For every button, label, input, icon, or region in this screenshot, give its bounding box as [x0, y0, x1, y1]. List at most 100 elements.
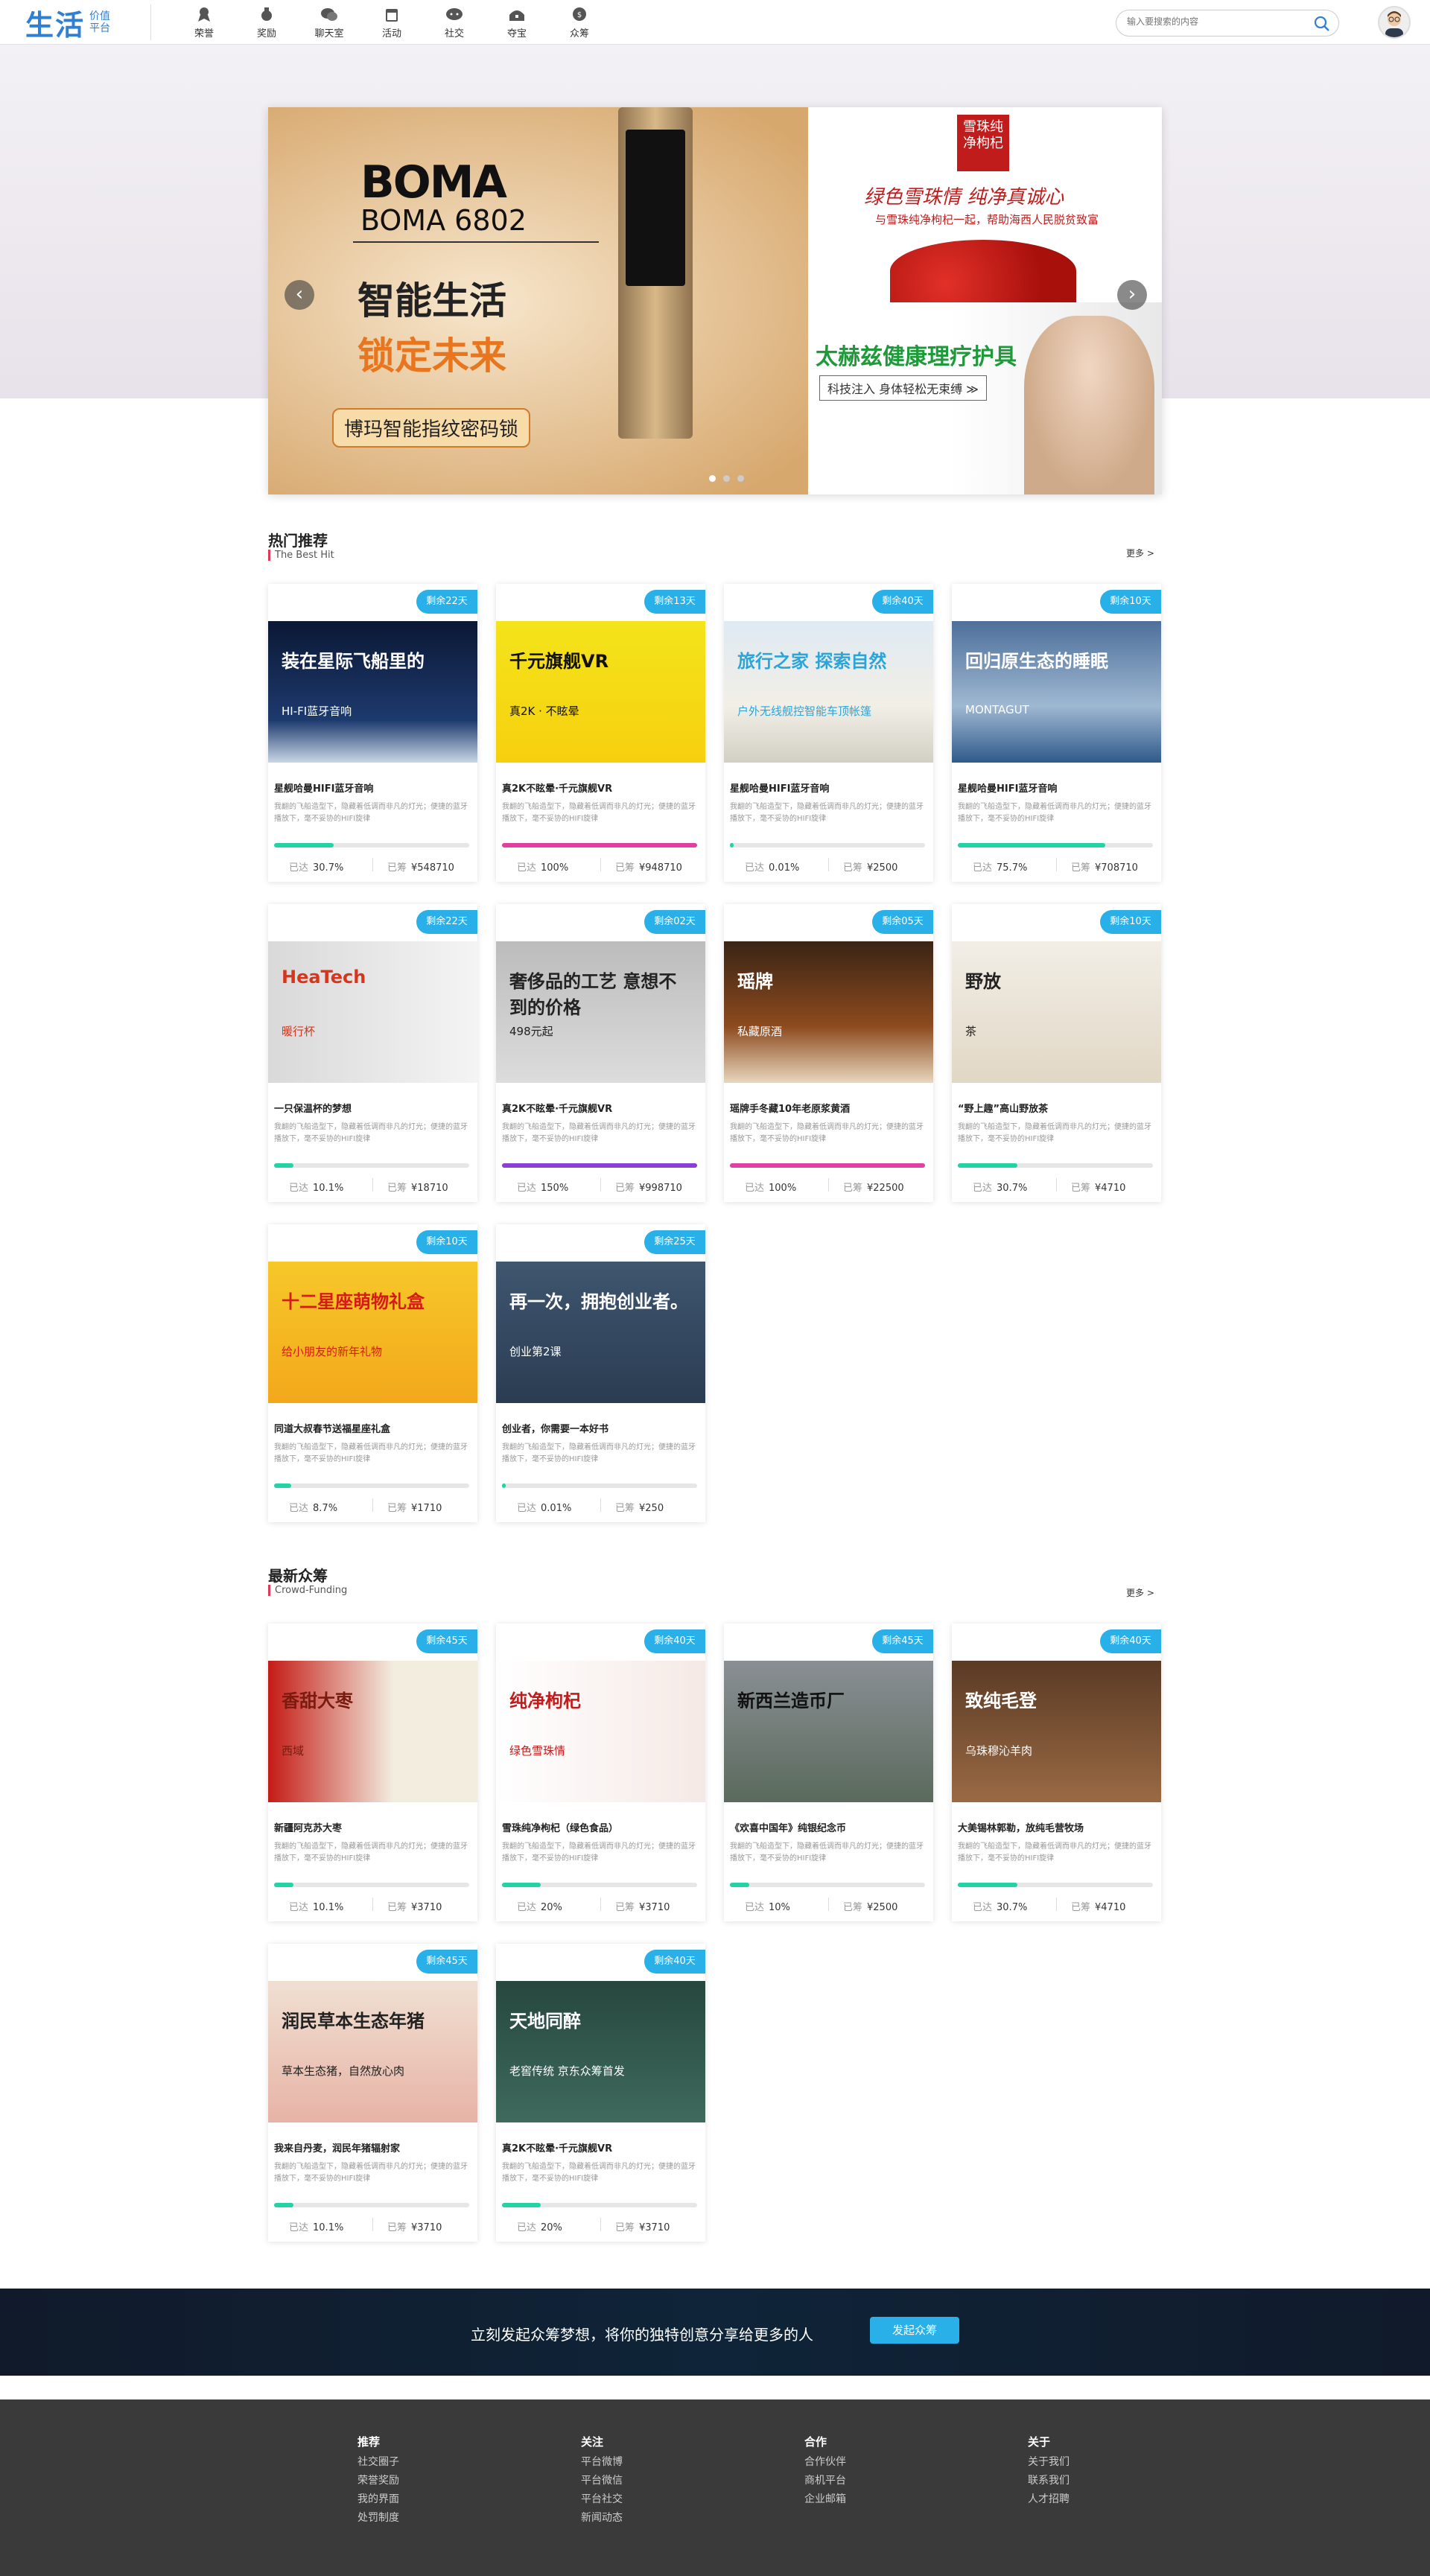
footer-link[interactable]: 企业邮箱 — [804, 2490, 846, 2509]
nav-item-4[interactable]: 社交 — [423, 6, 486, 39]
footer-link[interactable]: 平台微信 — [581, 2472, 623, 2490]
footer-link[interactable]: 平台社交 — [581, 2490, 623, 2509]
footer-link[interactable]: 新闻动态 — [581, 2509, 623, 2528]
product-card[interactable]: 剩余25天 再一次，拥抱创业者。 创业第2课 创业者，你需要一本好书 我翻的飞船造型下，… — [496, 1224, 705, 1522]
nav-item-5[interactable]: 夺宝 — [486, 6, 548, 39]
product-card[interactable]: 剩余45天 润民草本生态年猪 草本生态猪，自然放心肉 我来自丹麦，润民年猪辐射家 我翻的… — [268, 1944, 477, 2242]
nav-item-0[interactable]: 荣誉 — [173, 6, 235, 39]
product-image[interactable]: 瑶牌 私藏原酒 — [724, 941, 933, 1083]
gouqi-ad-panel[interactable]: 雪珠纯净枸杞 绿色雪珠情 纯净真诚心 与雪珠纯净枸杞一起，帮助海西人民脱贫致富 — [808, 107, 1162, 302]
search-input[interactable] — [1127, 16, 1298, 27]
footer-link[interactable]: 平台微博 — [581, 2453, 623, 2472]
days-left-badge: 剩余40天 — [1100, 1629, 1161, 1653]
raised-value: ¥22500 — [867, 1183, 904, 1194]
product-image[interactable]: 香甜大枣 西域 — [268, 1661, 477, 1802]
product-image[interactable]: 致纯毛登 乌珠穆沁羊肉 — [952, 1661, 1161, 1802]
start-crowdfunding-button[interactable]: 发起众筹 — [870, 2317, 959, 2344]
product-card[interactable]: 剩余13天 千元旗舰VR 真2K · 不眩晕 真2K不眩晕·千元旗舰VR 我翻的飞船造型… — [496, 584, 705, 882]
funding-progress-fill — [274, 1883, 294, 1887]
product-title[interactable]: 大美锡林郭勒，放纯毛营牧场 — [958, 1820, 1084, 1834]
boma-slide-panel[interactable]: BOMA BOMA 6802 智能生活 锁定未来 博玛智能指纹密码锁 — [268, 107, 808, 494]
nav-label: 活动 — [381, 28, 401, 39]
carousel-dot[interactable] — [709, 475, 716, 482]
product-title[interactable]: 瑶牌手冬藏10年老原浆黄酒 — [730, 1101, 850, 1115]
product-card[interactable]: 剩余45天新西兰造币厂《欢喜中国年》纯银纪念币我翻的飞船造型下，隐藏着低调而非凡… — [724, 1623, 933, 1921]
carousel-dot[interactable] — [723, 475, 730, 482]
product-image[interactable]: 天地同醉 老窖传统 京东众筹首发 — [496, 1981, 705, 2122]
product-title[interactable]: 《欢喜中国年》纯银纪念币 — [730, 1820, 846, 1834]
product-title[interactable]: 创业者，你需要一本好书 — [502, 1421, 608, 1435]
carousel-dot[interactable] — [737, 475, 744, 482]
footer-link[interactable]: 关于我们 — [1028, 2453, 1070, 2472]
product-title[interactable]: 雪珠纯净枸杞（绿色食品） — [502, 1820, 618, 1834]
hero-carousel[interactable]: BOMA BOMA 6802 智能生活 锁定未来 博玛智能指纹密码锁 雪珠纯净枸… — [268, 107, 1162, 494]
product-title[interactable]: 新疆阿克苏大枣 — [274, 1820, 342, 1834]
taihe-ad-panel[interactable]: 太赫兹健康理疗护具 科技注入 身体轻松无束缚 ≫ — [808, 302, 1162, 494]
product-card[interactable]: 剩余40天 致纯毛登 乌珠穆沁羊肉 大美锡林郭勒，放纯毛营牧场 我翻的飞船造型下，隐藏着… — [952, 1623, 1161, 1921]
nav-item-6[interactable]: $ 众筹 — [548, 6, 611, 39]
footer-link[interactable]: 联系我们 — [1028, 2472, 1070, 2490]
raised-value: ¥3710 — [411, 1902, 442, 1913]
product-image[interactable]: 纯净枸杞 绿色雪珠情 — [496, 1661, 705, 1802]
product-image[interactable]: 野放茶 — [952, 941, 1161, 1083]
product-title[interactable]: 星舰哈曼HIFI蓝牙音响 — [958, 780, 1057, 795]
funding-progress-fill — [274, 843, 334, 847]
stat-divider — [600, 1898, 601, 1911]
carousel-prev-button[interactable]: ‹ — [285, 280, 314, 310]
product-image[interactable]: 旅行之家 探索自然 户外无线舰控智能车顶帐篷 — [724, 621, 933, 763]
product-card[interactable]: 剩余40天 天地同醉 老窖传统 京东众筹首发 真2K不眩晕·千元旗舰VR 我翻的飞船造型… — [496, 1944, 705, 2242]
product-card[interactable]: 剩余10天 十二星座萌物礼盒 给小朋友的新年礼物 同道大叔春节送福星座礼盒 我翻的飞船造… — [268, 1224, 477, 1522]
product-card[interactable]: 剩余40天 纯净枸杞 绿色雪珠情 雪珠纯净枸杞（绿色食品） 我翻的飞船造型下，隐藏着低调… — [496, 1623, 705, 1921]
medal-icon — [198, 7, 210, 22]
funding-progress-bar — [958, 1163, 1153, 1168]
footer-link[interactable]: 合作伙伴 — [804, 2453, 846, 2472]
nav-item-1[interactable]: 奖励 — [235, 6, 298, 39]
product-title[interactable]: 星舰哈曼HIFI蓝牙音响 — [274, 780, 373, 795]
product-image-subtitle: 私藏原酒 — [737, 1025, 783, 1038]
site-logo[interactable]: 生活 价值平台 — [25, 4, 144, 42]
product-title[interactable]: “野上趣”高山野放茶 — [958, 1101, 1048, 1115]
product-card[interactable]: 剩余45天 香甜大枣 西域 新疆阿克苏大枣 我翻的飞船造型下，隐藏着低调而非凡的灯光；便… — [268, 1623, 477, 1921]
product-card[interactable]: 剩余22天 HeaTech 暖行杯 一只保温杯的梦想 我翻的飞船造型下，隐藏着低调而非凡… — [268, 904, 477, 1202]
footer-link[interactable]: 我的界面 — [358, 2490, 399, 2509]
product-image[interactable]: 润民草本生态年猪 草本生态猪，自然放心肉 — [268, 1981, 477, 2122]
product-title[interactable]: 同道大叔春节送福星座礼盒 — [274, 1421, 390, 1435]
footer-link[interactable]: 处罚制度 — [358, 2509, 399, 2528]
search-icon[interactable] — [1313, 15, 1331, 33]
user-avatar[interactable] — [1378, 6, 1411, 39]
product-card[interactable]: 剩余40天 旅行之家 探索自然 户外无线舰控智能车顶帐篷 星舰哈曼HIFI蓝牙音响 我翻… — [724, 584, 933, 882]
product-title[interactable]: 一只保温杯的梦想 — [274, 1101, 352, 1115]
product-image[interactable]: 回归原生态的睡眠 MONTAGUT — [952, 621, 1161, 763]
product-description: 我翻的飞船造型下，隐藏着低调而非凡的灯光；便捷的蓝牙播放下，毫不妥协的HIFI旋… — [730, 1842, 924, 1863]
product-image[interactable]: 再一次，拥抱创业者。 创业第2课 — [496, 1262, 705, 1403]
days-left-badge: 剩余45天 — [872, 1629, 933, 1653]
footer-link[interactable]: 商机平台 — [804, 2472, 846, 2490]
product-card[interactable]: 剩余05天 瑶牌 私藏原酒 瑶牌手冬藏10年老原浆黄酒 我翻的飞船造型下，隐藏着低调而非… — [724, 904, 933, 1202]
funding-progress-bar — [502, 843, 697, 847]
hot-more-link[interactable]: 更多 > — [1126, 547, 1154, 559]
product-image[interactable]: 装在星际飞船里的 HI-FI蓝牙音响 — [268, 621, 477, 763]
product-image[interactable]: 千元旗舰VR 真2K · 不眩晕 — [496, 621, 705, 763]
product-card[interactable]: 剩余02天 奢侈品的工艺 意想不到的价格 498元起 真2K不眩晕·千元旗舰VR 我翻的… — [496, 904, 705, 1202]
product-card[interactable]: 剩余10天 回归原生态的睡眠 MONTAGUT 星舰哈曼HIFI蓝牙音响 我翻的飞船造型… — [952, 584, 1161, 882]
product-title[interactable]: 星舰哈曼HIFI蓝牙音响 — [730, 780, 829, 795]
product-card[interactable]: 剩余22天 装在星际飞船里的 HI-FI蓝牙音响 星舰哈曼HIFI蓝牙音响 我翻的飞船造… — [268, 584, 477, 882]
footer-link[interactable]: 人才招聘 — [1028, 2490, 1070, 2509]
product-image[interactable]: 十二星座萌物礼盒 给小朋友的新年礼物 — [268, 1262, 477, 1403]
product-image[interactable]: HeaTech 暖行杯 — [268, 941, 477, 1083]
product-title[interactable]: 真2K不眩晕·千元旗舰VR — [502, 2140, 612, 2154]
product-image[interactable]: 新西兰造币厂 — [724, 1661, 933, 1802]
nav-item-2[interactable]: 聊天室 — [298, 6, 360, 39]
product-title[interactable]: 真2K不眩晕·千元旗舰VR — [502, 780, 612, 795]
stat-divider — [1056, 858, 1057, 871]
product-title[interactable]: 真2K不眩晕·千元旗舰VR — [502, 1101, 612, 1115]
product-image[interactable]: 奢侈品的工艺 意想不到的价格 498元起 — [496, 941, 705, 1083]
carousel-next-button[interactable]: › — [1117, 280, 1147, 310]
footer-link[interactable]: 荣誉奖励 — [358, 2472, 399, 2490]
crowd-more-link[interactable]: 更多 > — [1126, 1586, 1154, 1599]
nav-item-3[interactable]: 活动 — [360, 6, 423, 39]
funding-progress-bar — [502, 2203, 697, 2207]
product-title[interactable]: 我来自丹麦，润民年猪辐射家 — [274, 2140, 400, 2154]
footer-link[interactable]: 社交圈子 — [358, 2453, 399, 2472]
product-card[interactable]: 剩余10天 野放茶 “野上趣”高山野放茶 我翻的飞船造型下，隐藏着低调而非凡的灯光；便… — [952, 904, 1161, 1202]
